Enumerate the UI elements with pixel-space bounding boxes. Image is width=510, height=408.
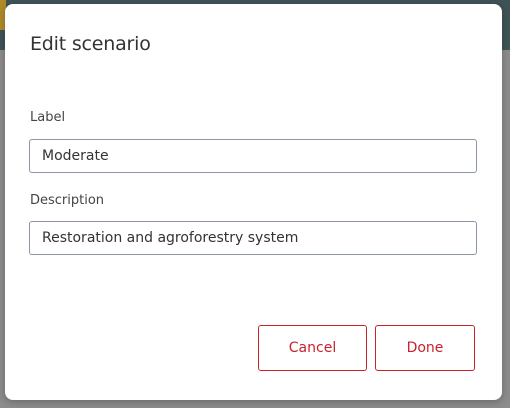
done-button[interactable]: Done xyxy=(375,325,475,371)
edit-scenario-dialog: Edit scenario Label Description Cancel D… xyxy=(5,4,502,400)
description-field-label: Description xyxy=(30,193,105,208)
label-field-label: Label xyxy=(30,110,66,125)
description-input[interactable] xyxy=(29,221,477,255)
dialog-title: Edit scenario xyxy=(30,33,151,55)
label-input[interactable] xyxy=(29,139,477,173)
cancel-button[interactable]: Cancel xyxy=(258,325,367,371)
